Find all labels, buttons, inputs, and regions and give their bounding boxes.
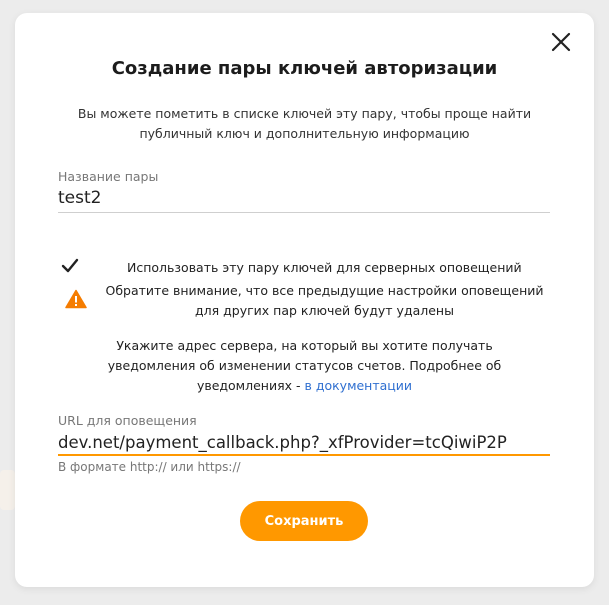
- url-format-hint: В формате http:// или https://: [58, 460, 241, 474]
- url-field-label: URL для оповещения: [58, 413, 197, 428]
- save-button[interactable]: Сохранить: [240, 501, 368, 541]
- pair-name-input[interactable]: [58, 186, 550, 210]
- close-icon[interactable]: [550, 31, 572, 53]
- url-field-underline: [58, 454, 550, 456]
- pair-name-underline: [58, 212, 550, 213]
- url-field-input[interactable]: [58, 430, 550, 454]
- checkmark-icon[interactable]: [61, 258, 79, 274]
- url-info-text: Укажите адрес сервера, на который вы хот…: [75, 336, 534, 396]
- pair-name-label: Название пары: [58, 169, 159, 184]
- modal-title: Создание пары ключей авторизации: [111, 58, 498, 79]
- warning-text: Обратите внимание, что все предыдущие на…: [105, 283, 544, 318]
- background-element: [0, 470, 15, 510]
- modal-description: Вы можете пометить в списке ключей эту п…: [77, 106, 532, 141]
- notifications-checkbox-label[interactable]: Использовать эту пару ключей для серверн…: [127, 260, 522, 275]
- create-key-pair-modal: Создание пары ключей авторизации Вы може…: [15, 13, 594, 587]
- warning-triangle-icon: [65, 289, 87, 309]
- documentation-link[interactable]: в документации: [304, 378, 412, 393]
